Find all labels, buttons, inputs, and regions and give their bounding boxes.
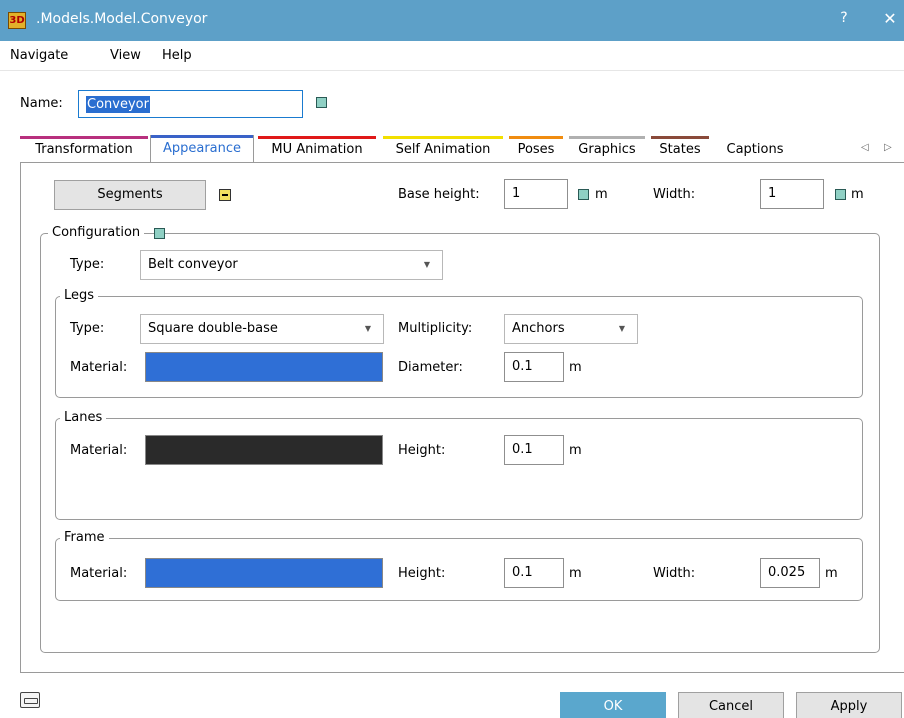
cancel-button[interactable]: Cancel	[678, 692, 784, 718]
segments-button[interactable]: Segments	[54, 180, 206, 210]
base-height-inherit-checkbox[interactable]	[578, 189, 589, 200]
tab-color-bar	[383, 136, 503, 139]
legs-material-label: Material:	[70, 360, 128, 375]
base-height-input[interactable]: 1	[504, 179, 568, 209]
chevron-down-icon: ▼	[423, 260, 430, 269]
tab-states[interactable]: States	[651, 136, 709, 162]
legs-type-label: Type:	[70, 321, 105, 336]
menu-navigate[interactable]: Navigate	[10, 48, 68, 63]
menu-view[interactable]: View	[110, 48, 141, 63]
window-title: .Models.Model.Conveyor	[36, 11, 208, 27]
width-unit: m	[851, 187, 864, 202]
configuration-inherit-checkbox[interactable]	[154, 228, 165, 239]
tab-label: Self Animation	[395, 142, 491, 157]
legs-group	[55, 296, 863, 398]
tab-self-animation[interactable]: Self Animation	[383, 136, 503, 162]
frame-material-label: Material:	[70, 566, 128, 581]
lanes-height-label: Height:	[398, 443, 446, 458]
base-height-unit: m	[595, 187, 608, 202]
diameter-unit: m	[569, 360, 582, 375]
multiplicity-label: Multiplicity:	[398, 321, 473, 336]
apply-button[interactable]: Apply	[796, 692, 902, 718]
help-button[interactable]: ?	[834, 10, 854, 26]
app-3d-icon: 3D	[8, 12, 26, 29]
diameter-input[interactable]: 0.1	[504, 352, 564, 382]
tab-captions[interactable]: Captions	[716, 136, 794, 162]
keyboard-icon[interactable]	[20, 692, 40, 708]
configuration-title-text: Configuration	[52, 225, 141, 240]
frame-width-input[interactable]: 0.025	[760, 558, 820, 588]
multiplicity-select[interactable]: Anchors ▼	[504, 314, 638, 344]
width-label: Width:	[653, 187, 696, 202]
close-button[interactable]: ✕	[880, 9, 900, 28]
chevron-down-icon: ▼	[364, 324, 371, 333]
name-value: Conveyor	[86, 96, 150, 113]
lanes-group	[55, 418, 863, 520]
legs-type-select[interactable]: Square double-base ▼	[140, 314, 384, 344]
frame-width-unit: m	[825, 566, 838, 581]
base-height-label: Base height:	[398, 187, 480, 202]
width-inherit-checkbox[interactable]	[835, 189, 846, 200]
frame-material-swatch[interactable]	[145, 558, 383, 588]
tab-appearance[interactable]: Appearance	[150, 135, 254, 164]
name-inherit-checkbox[interactable]	[316, 97, 327, 108]
tab-color-bar	[20, 136, 148, 139]
tab-label: Transformation	[35, 142, 133, 157]
tab-graphics[interactable]: Graphics	[569, 136, 645, 162]
menu-bar: Navigate View Help	[0, 41, 904, 71]
name-input[interactable]: Conveyor	[78, 90, 303, 118]
tab-label: Appearance	[162, 141, 242, 156]
lanes-height-input[interactable]: 0.1	[504, 435, 564, 465]
tab-color-bar	[258, 136, 376, 139]
segments-collapse-icon[interactable]	[219, 189, 231, 201]
tab-color-bar	[151, 135, 253, 138]
multiplicity-value: Anchors	[512, 321, 565, 336]
tab-label: Graphics	[578, 142, 636, 157]
lanes-height-unit: m	[569, 443, 582, 458]
tab-poses[interactable]: Poses	[509, 136, 563, 162]
legs-material-swatch[interactable]	[145, 352, 383, 382]
configuration-title: Configuration	[48, 225, 145, 240]
configuration-type-value: Belt conveyor	[148, 257, 238, 272]
tab-label: MU Animation	[271, 142, 363, 157]
width-input[interactable]: 1	[760, 179, 824, 209]
lanes-material-swatch[interactable]	[145, 435, 383, 465]
tab-transformation[interactable]: Transformation	[20, 136, 148, 162]
frame-height-unit: m	[569, 566, 582, 581]
title-bar: 3D .Models.Model.Conveyor ? ✕	[0, 0, 904, 41]
chevron-down-icon: ▼	[618, 324, 625, 333]
frame-width-label: Width:	[653, 566, 696, 581]
tab-scroll-left-icon[interactable]: ◁	[861, 142, 869, 153]
configuration-type-select[interactable]: Belt conveyor ▼	[140, 250, 443, 280]
tab-color-bar	[509, 136, 563, 139]
configuration-type-label: Type:	[70, 257, 105, 272]
legs-type-value: Square double-base	[148, 321, 278, 336]
tab-scroll-right-icon[interactable]: ▷	[884, 142, 892, 153]
menu-help[interactable]: Help	[162, 48, 192, 63]
frame-height-input[interactable]: 0.1	[504, 558, 564, 588]
tab-label: States	[659, 142, 701, 157]
tab-mu-animation[interactable]: MU Animation	[258, 136, 376, 162]
name-label: Name:	[20, 96, 63, 111]
legs-title: Legs	[60, 288, 99, 303]
lanes-material-label: Material:	[70, 443, 128, 458]
tab-label: Poses	[517, 142, 555, 157]
tab-color-bar	[651, 136, 709, 139]
tab-label: Captions	[726, 142, 784, 157]
lanes-title: Lanes	[60, 410, 107, 425]
frame-title: Frame	[60, 530, 109, 545]
diameter-label: Diameter:	[398, 360, 463, 375]
frame-height-label: Height:	[398, 566, 446, 581]
tab-color-bar	[569, 136, 645, 139]
ok-button[interactable]: OK	[560, 692, 666, 718]
